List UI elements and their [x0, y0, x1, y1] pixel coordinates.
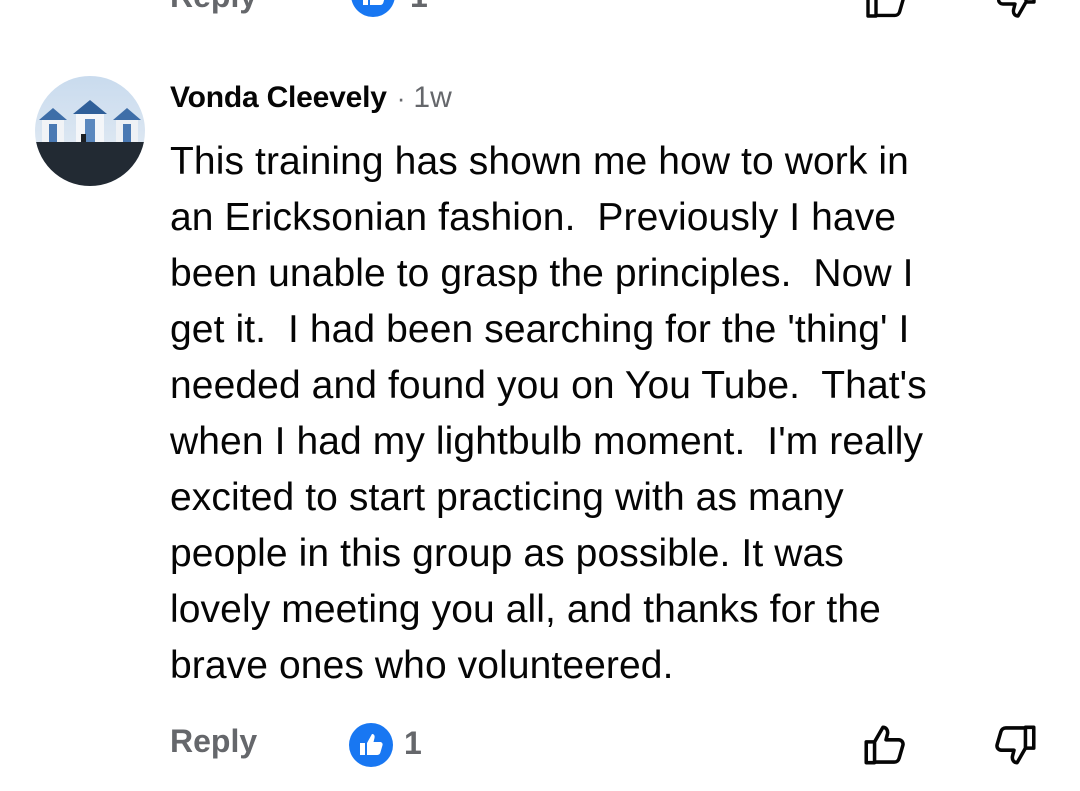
beach-huts-avatar-icon [35, 76, 145, 186]
previous-comment-action-row: Reply 1 [0, 0, 1080, 22]
avatar[interactable] [35, 76, 145, 186]
comment-timestamp[interactable]: 1w [413, 81, 451, 115]
previous-like-count: 1 [410, 0, 428, 15]
reply-button[interactable]: Reply [170, 723, 257, 760]
separator-dot: · [396, 82, 406, 113]
thumbs-down-outline-icon [995, 725, 1036, 765]
comment-body: This training has shown me how to work i… [170, 140, 927, 687]
thumbs-down-button[interactable] [988, 719, 1040, 771]
thumbs-up-outline-icon [864, 725, 905, 765]
comment-header: Vonda Cleevely · 1w [170, 78, 452, 118]
author-name[interactable]: Vonda Cleevely [170, 81, 387, 115]
previous-reply-button[interactable]: Reply [170, 0, 257, 15]
comment-action-row: Reply 1 [0, 715, 1080, 771]
thumbs-up-button[interactable] [860, 719, 912, 771]
previous-thumbs-down-icon[interactable] [990, 0, 1040, 29]
like-count[interactable]: 1 [404, 725, 422, 762]
thumbs-up-badge-icon [348, 722, 394, 768]
previous-thumbs-up-icon[interactable] [862, 0, 912, 29]
previous-like-badge-icon [350, 0, 396, 18]
